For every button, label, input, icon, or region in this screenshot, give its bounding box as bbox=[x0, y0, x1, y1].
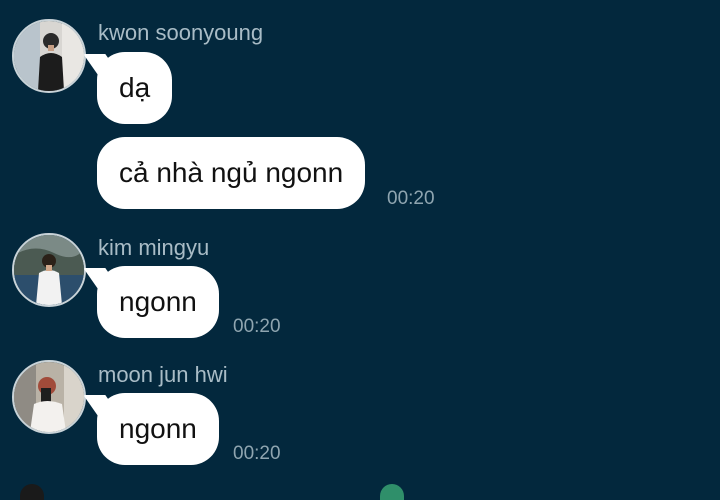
message-timestamp: 00:20 bbox=[233, 443, 281, 464]
next-avatar-peek bbox=[380, 484, 404, 500]
avatar[interactable] bbox=[12, 360, 86, 434]
avatar[interactable] bbox=[12, 233, 86, 307]
message-bubble[interactable]: cả nhà ngủ ngonn bbox=[97, 137, 366, 209]
message-bubble[interactable]: ngonn bbox=[97, 266, 219, 338]
message-bubble[interactable]: dạ bbox=[97, 52, 173, 124]
avatar-photo-icon bbox=[14, 21, 84, 91]
message-timestamp: 00:20 bbox=[233, 316, 281, 337]
sender-name: moon jun hwi bbox=[98, 362, 228, 387]
message-timestamp: 00:20 bbox=[387, 188, 435, 209]
avatar-photo-icon bbox=[14, 362, 84, 432]
sender-name: kwon soonyoung bbox=[98, 20, 264, 45]
sender-name: kim mingyu bbox=[98, 235, 210, 260]
next-avatar-peek bbox=[20, 484, 44, 500]
avatar[interactable] bbox=[12, 19, 86, 93]
avatar-photo-icon bbox=[14, 235, 84, 305]
message-bubble[interactable]: ngonn bbox=[97, 393, 219, 465]
